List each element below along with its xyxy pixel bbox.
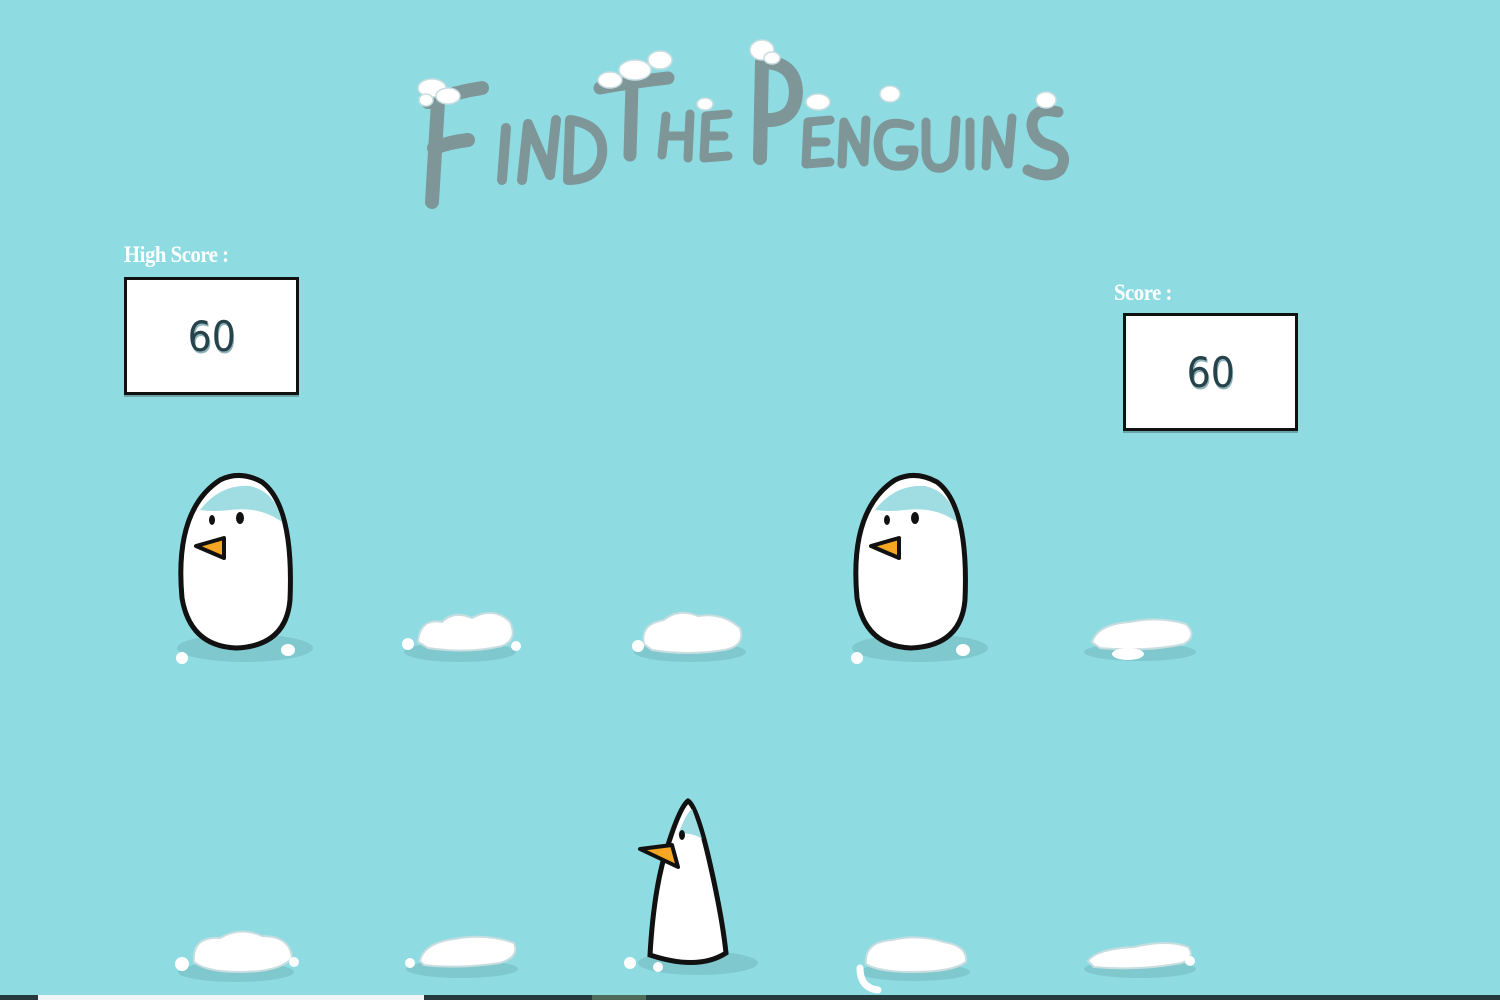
snow-hole-with-penguin[interactable] bbox=[170, 470, 330, 670]
high-score-value: 60 bbox=[187, 311, 236, 361]
game-title bbox=[417, 39, 1070, 209]
snow-hole[interactable] bbox=[852, 928, 982, 996]
bottom-bar-segment bbox=[38, 995, 424, 1000]
snow-mound-icon bbox=[405, 935, 518, 978]
penguin-side-icon bbox=[624, 798, 758, 975]
high-score-label: High Score : bbox=[124, 242, 229, 267]
penguin-icon bbox=[176, 473, 313, 664]
snow-hole[interactable] bbox=[170, 920, 305, 990]
bottom-bar-segment bbox=[592, 995, 646, 1000]
snow-hole[interactable] bbox=[628, 600, 758, 670]
snow-hole[interactable] bbox=[1078, 610, 1208, 670]
snow-mound-icon bbox=[1084, 942, 1196, 978]
snow-hole[interactable] bbox=[1078, 935, 1208, 985]
snow-mound-icon bbox=[632, 611, 746, 662]
snow-hole-with-penguin[interactable] bbox=[618, 795, 768, 985]
score-value: 60 bbox=[1186, 347, 1235, 397]
snow-mound-icon bbox=[856, 936, 970, 994]
snow-hole[interactable] bbox=[398, 600, 528, 670]
high-score-box: 60 bbox=[124, 277, 299, 395]
snow-mound-icon bbox=[1084, 618, 1196, 661]
score-box: 60 bbox=[1123, 313, 1298, 431]
score-label: Score : bbox=[1114, 280, 1172, 305]
penguin-icon bbox=[851, 473, 988, 664]
snow-hole[interactable] bbox=[400, 925, 530, 985]
snow-mound-icon bbox=[402, 611, 521, 662]
snow-hole-with-penguin[interactable] bbox=[845, 470, 1005, 670]
snow-mound-icon bbox=[175, 930, 299, 982]
